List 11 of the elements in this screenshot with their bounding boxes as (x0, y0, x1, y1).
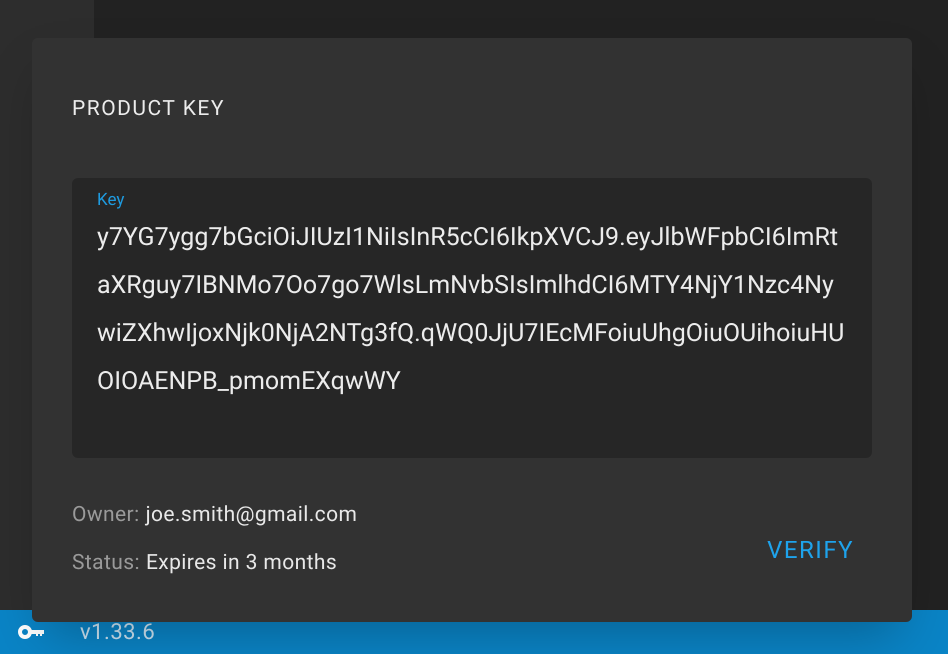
detail-label: Owner: (72, 502, 140, 528)
key-icon (18, 625, 46, 639)
detail-label: Status: (72, 550, 140, 576)
dialog-title: PRODUCT KEY (72, 96, 225, 123)
key-value: y7YG7ygg7bGciOiJIUzI1NiIsInR5cCI6IkpXVCJ9.eyJlbWFpbCI6ImRtaXRguy7IBNMo7Oo7go7WlsLmNvbSIsImlhdCI6MTY4NjY1Nzc4NywiZXhwIjoxNjk0NjA2NTg3fQ.qWQ0JjU7IEcMFoiuUhgOiuOUihoiuHUOIOAENPB_pmomEXqwWY (97, 222, 846, 398)
version-text: v1.33.6 (80, 618, 156, 646)
detail-value: Expires in 3 months (146, 550, 338, 576)
field-label: Key (97, 188, 124, 212)
verify-button[interactable]: VERIFY (765, 530, 856, 570)
detail-value: joe.smith@gmail.com (146, 502, 358, 528)
key-field[interactable]: Key y7YG7ygg7bGciOiJIUzI1NiIsInR5cCI6IkpXVCJ9.eyJlbWFpbCI6ImRtaXRguy7IBNMo7Oo7go7WlsLmNvbSIsImlhdCI6MTY4NjY1Nzc4NywiZXhwIjoxNjk0NjA2NTg3fQ.qWQ0JjU7IEcMFoiuUhgOiuOUihoiuHUOIOAENPB_pmomEXqwWY (72, 178, 872, 458)
